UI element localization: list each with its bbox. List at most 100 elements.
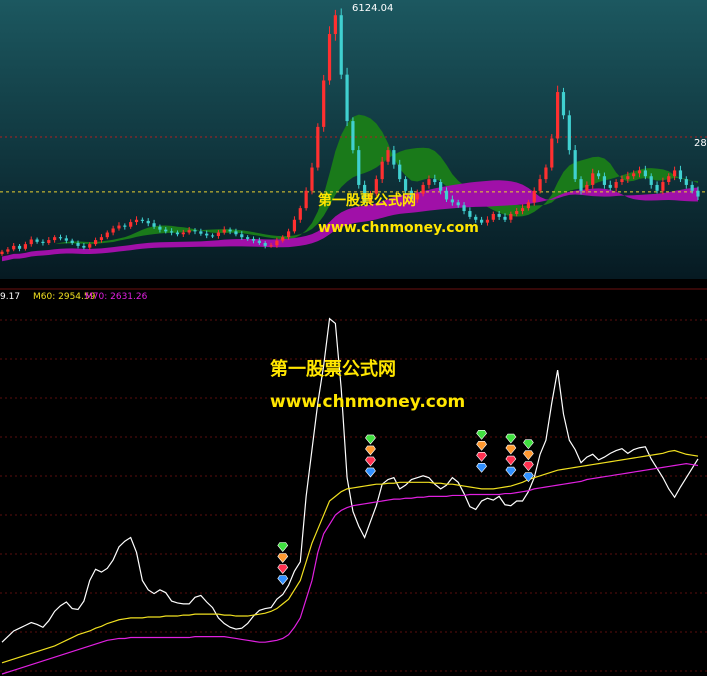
candle-body — [304, 190, 308, 209]
candle-body — [275, 240, 279, 246]
candle-body — [88, 244, 92, 248]
candle-body — [678, 170, 683, 180]
candle-body — [655, 184, 659, 191]
watermark-url: www.chnmoney.com — [318, 220, 479, 236]
candle-body — [222, 229, 226, 233]
candle-body — [673, 170, 677, 177]
candle-body — [234, 231, 238, 235]
candle-body — [468, 211, 472, 217]
candle-body — [538, 179, 542, 191]
m60-line — [1, 449, 699, 664]
candle-body — [415, 193, 419, 200]
candle-body — [497, 213, 501, 217]
candle-body — [503, 216, 507, 220]
candle-body — [164, 229, 168, 232]
candle-body — [345, 74, 349, 122]
price-panel[interactable]: 6124.04 28 第一股票公式网 www.chnmoney.com — [0, 0, 707, 279]
peak-price-label: 6124.04 — [352, 3, 393, 14]
candle-body — [240, 234, 244, 238]
candle-body — [626, 176, 630, 180]
candle-body — [544, 167, 548, 180]
candle-body — [58, 237, 63, 239]
candle-body — [556, 92, 560, 139]
signal-gem-icon — [277, 542, 289, 552]
candle-body — [462, 205, 466, 212]
candle-body — [292, 219, 297, 232]
candle-body — [602, 176, 607, 185]
candle-body — [76, 242, 80, 246]
candle-body — [380, 161, 384, 180]
candle-body — [181, 232, 185, 235]
candle-body — [632, 173, 636, 177]
watermark-name: 第一股票公式网 — [318, 192, 416, 209]
candle-body — [696, 190, 700, 197]
candle-body — [427, 179, 431, 185]
legend-value: 9.17 — [0, 292, 20, 302]
candle-body — [403, 179, 408, 191]
candle-body — [444, 190, 449, 200]
signal-gem-icon — [277, 575, 289, 585]
candle-body — [158, 226, 162, 230]
candle-body — [479, 219, 484, 223]
candle-body — [105, 232, 109, 238]
candle-body — [596, 173, 601, 177]
watermark-url-large: www.chnmoney.com — [270, 392, 465, 412]
candle-body — [117, 225, 121, 229]
candle-body — [526, 202, 530, 209]
candle-body — [281, 237, 285, 241]
candle-body — [637, 170, 642, 174]
signal-gem-icon — [277, 553, 289, 563]
signal-gem-icon — [365, 445, 376, 456]
candle-body — [140, 219, 144, 221]
candle-body — [398, 164, 402, 180]
candle-body — [17, 245, 22, 249]
signal-gem-icon — [523, 439, 534, 450]
legend-m70: M70: 2631.26 — [85, 292, 148, 302]
signal-gem-icon — [476, 452, 487, 462]
candle-body — [269, 245, 273, 247]
candle-body — [485, 219, 490, 223]
indicator-panel[interactable]: 9.17 M60: 2954.59 M70: 2631.26 第一股票公式网 w… — [0, 292, 707, 675]
candle-body — [47, 240, 51, 243]
candle-body — [573, 150, 577, 180]
candle-body — [532, 190, 536, 203]
candle-body — [392, 150, 396, 165]
candle-body — [99, 237, 104, 241]
candle-body — [134, 219, 139, 223]
signal-gem-icon — [505, 433, 517, 444]
candle-body — [339, 15, 343, 75]
candle-body — [515, 211, 519, 214]
candle-body — [561, 92, 566, 116]
candle-body — [12, 245, 16, 250]
candle-body — [146, 220, 150, 224]
candle-body — [123, 225, 127, 227]
panel-separator — [0, 279, 707, 289]
candle-body — [0, 251, 4, 255]
candle-body — [433, 179, 437, 183]
candle-body — [608, 184, 612, 188]
candle-body — [310, 167, 314, 191]
candle-body — [53, 237, 57, 241]
stock-chart-screenshot: 6124.04 28 第一股票公式网 www.chnmoney.com 9.17… — [0, 0, 707, 675]
candle-body — [193, 230, 197, 232]
candle-body — [585, 184, 589, 191]
signal-gem-icon — [505, 455, 517, 466]
candle-body — [456, 202, 460, 206]
candle-body — [111, 228, 115, 233]
right-price-label: 28 — [694, 138, 707, 149]
signal-gem-icon — [523, 450, 534, 461]
candle-body — [439, 182, 443, 191]
signal-gem-icon — [505, 444, 517, 455]
candle-body — [35, 239, 39, 242]
candle-body — [41, 241, 45, 243]
candle-body — [661, 182, 665, 191]
candle-body — [327, 34, 332, 81]
candle-body — [29, 239, 33, 245]
candle-body — [286, 231, 291, 238]
candle-body — [620, 179, 624, 183]
candle-body — [170, 231, 174, 233]
candle-body — [23, 244, 27, 249]
candle-body — [263, 242, 267, 246]
candle-body — [386, 150, 390, 162]
signal-gem-icon — [476, 463, 487, 473]
